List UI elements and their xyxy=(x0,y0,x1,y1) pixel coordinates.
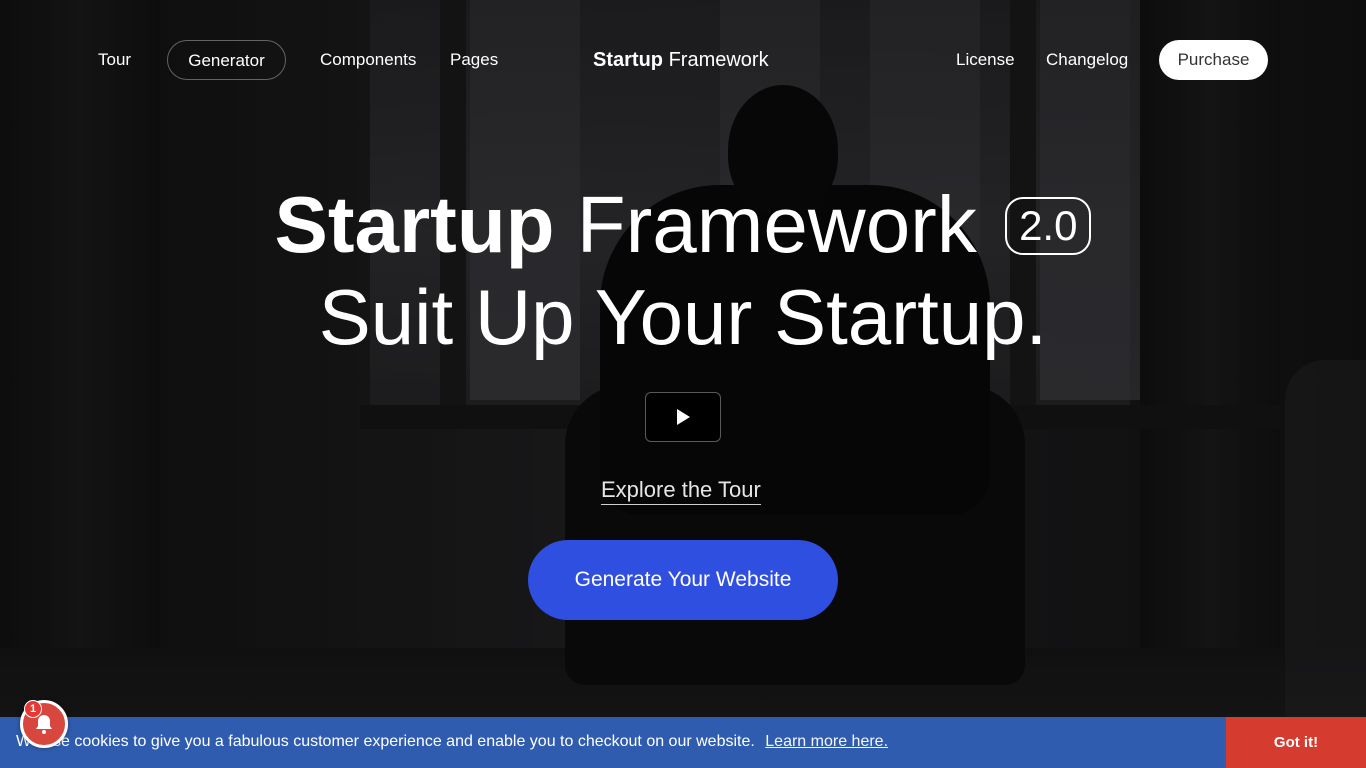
hero-title-bold: Startup xyxy=(274,180,555,269)
top-navigation: Tour Generator Components Pages Startup … xyxy=(0,40,1366,80)
purchase-button[interactable]: Purchase xyxy=(1159,40,1268,80)
cookie-message: We use cookies to give you a fabulous cu… xyxy=(16,733,888,751)
cookie-learn-more-link[interactable]: Learn more here. xyxy=(765,733,888,750)
brand-light: Framework xyxy=(668,49,769,71)
hero-subtitle: Suit Up Your Startup. xyxy=(318,273,1048,361)
play-icon xyxy=(677,409,690,425)
notification-count-badge: 1 xyxy=(24,700,42,718)
nav-license[interactable]: License xyxy=(956,40,1015,80)
nav-pages[interactable]: Pages xyxy=(450,40,498,80)
nav-changelog[interactable]: Changelog xyxy=(1046,40,1128,80)
nav-tour[interactable]: Tour xyxy=(98,40,131,80)
hero-title: Startup Framework 2.0 xyxy=(0,180,1366,270)
generate-website-button[interactable]: Generate Your Website xyxy=(528,540,838,620)
cookie-consent-bar: We use cookies to give you a fabulous cu… xyxy=(0,717,1366,768)
cookie-accept-button[interactable]: Got it! xyxy=(1226,717,1366,768)
hero-title-light: Framework xyxy=(576,180,977,269)
version-badge: 2.0 xyxy=(1005,197,1092,255)
hero-background-image xyxy=(0,0,1366,768)
play-video-button[interactable] xyxy=(645,392,721,442)
cookie-text: We use cookies to give you a fabulous cu… xyxy=(16,733,755,750)
brand-logo[interactable]: Startup Framework xyxy=(593,40,769,80)
brand-bold: Startup xyxy=(593,49,663,71)
nav-components[interactable]: Components xyxy=(320,40,416,80)
explore-tour-link[interactable]: Explore the Tour xyxy=(601,476,761,505)
dark-overlay xyxy=(0,0,1366,768)
nav-generator[interactable]: Generator xyxy=(167,40,286,80)
